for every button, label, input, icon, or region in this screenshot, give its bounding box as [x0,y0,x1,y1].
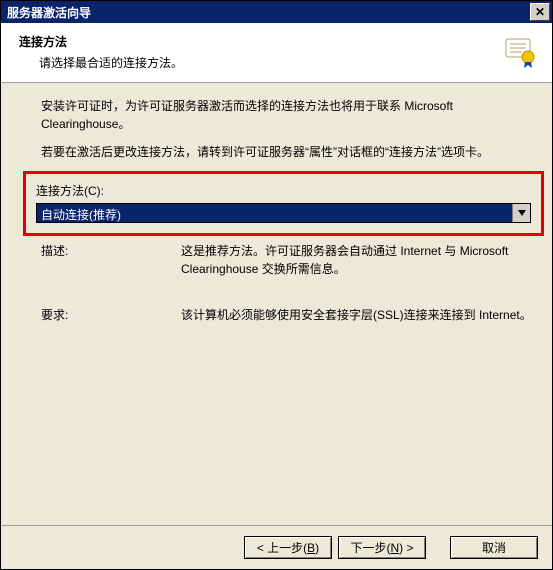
header-title: 连接方法 [19,33,183,50]
instruction-2: 若要在激活后更改连接方法，请转到许可证服务器“属性”对话框的“连接方法”选项卡。 [41,143,532,161]
requirement-row: 要求: 该计算机必须能够使用安全套接字层(SSL)连接来连接到 Internet… [41,306,532,324]
header-panel: 连接方法 请选择最合适的连接方法。 [1,23,552,83]
requirement-value: 该计算机必须能够使用安全套接字层(SSL)连接来连接到 Internet。 [181,306,532,324]
back-button[interactable]: < 上一步(B) [244,536,332,559]
header-text: 连接方法 请选择最合适的连接方法。 [19,33,183,71]
header-subtitle: 请选择最合适的连接方法。 [19,54,183,71]
description-row: 描述: 这是推荐方法。许可证服务器会自动通过 Internet 与 Micros… [41,242,532,278]
requirement-label: 要求: [41,306,181,324]
footer: < 上一步(B) 下一步(N) > 取消 [1,525,552,569]
connection-method-combo[interactable]: 自动连接(推荐) [36,203,531,223]
combo-label: 连接方法(C): [36,182,531,199]
body-area: 安装许可证时，为许可证服务器激活而选择的连接方法也将用于联系 Microsoft… [1,83,552,525]
highlight-box: 连接方法(C): 自动连接(推荐) [23,171,544,236]
combo-dropdown-button[interactable] [512,204,530,222]
close-icon: ✕ [535,5,545,19]
close-button[interactable]: ✕ [530,3,550,21]
next-button[interactable]: 下一步(N) > [338,536,426,559]
description-value: 这是推荐方法。许可证服务器会自动通过 Internet 与 Microsoft … [181,242,532,278]
description-label: 描述: [41,242,181,278]
combo-selected-text: 自动连接(推荐) [37,204,512,222]
instruction-1: 安装许可证时，为许可证服务器激活而选择的连接方法也将用于联系 Microsoft… [41,97,532,133]
window-title: 服务器激活向导 [7,4,91,21]
titlebar: 服务器激活向导 ✕ [1,1,552,23]
wizard-window: 服务器激活向导 ✕ 连接方法 请选择最合适的连接方法。 安装许可证时，为许可证服… [0,0,553,570]
chevron-down-icon [518,210,526,216]
certificate-icon [502,33,538,72]
cancel-button[interactable]: 取消 [450,536,538,559]
